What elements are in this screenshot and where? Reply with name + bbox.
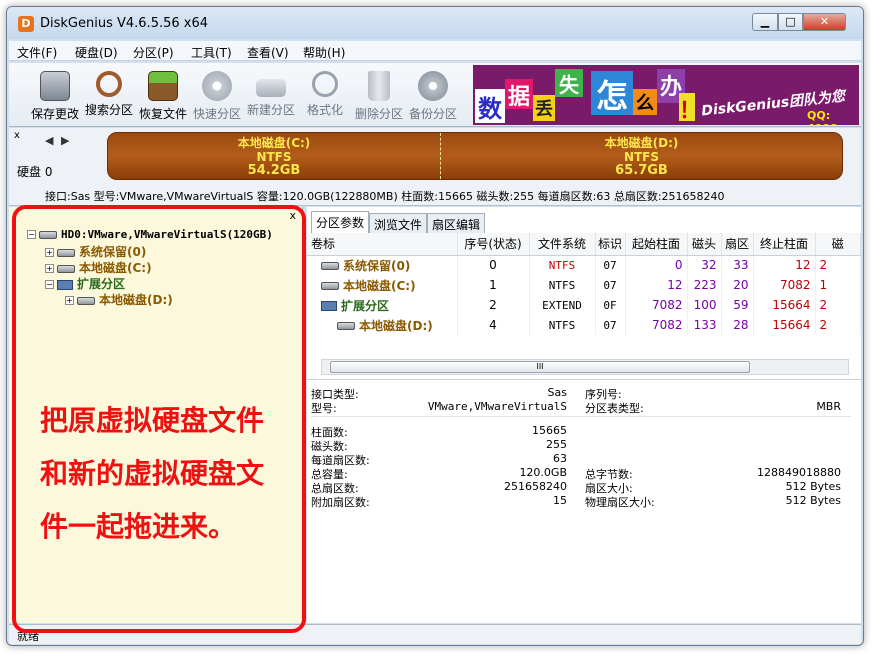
detail-value: MBR [816, 400, 841, 413]
col-head[interactable]: 磁头 [687, 233, 722, 256]
ad-banner[interactable]: 数 据 丢 失 怎 么 办 ！ DiskGenius团队为您 QQ: 4000 [473, 65, 859, 125]
detail-value: VMware,VMwareVirtualS [427, 400, 567, 413]
menu-disk[interactable]: 硬盘(D) [75, 44, 118, 61]
menu-bar: 文件(F) 硬盘(D) 分区(P) 工具(T) 查看(V) 帮助(H) [9, 41, 861, 61]
tab-browse-files[interactable]: 浏览文件 [369, 213, 428, 233]
prev-disk-icon[interactable]: ◀ [45, 134, 53, 147]
recover-file-button[interactable]: 恢复文件 [137, 67, 189, 123]
maximize-button[interactable]: □ [778, 13, 803, 31]
detail-value: 512 Bytes [785, 480, 841, 493]
backup-partition-icon [418, 71, 448, 101]
banner-char: 失 [555, 69, 583, 97]
col-sector[interactable]: 扇区 [721, 233, 754, 256]
col-id[interactable]: 标识 [595, 233, 626, 256]
close-button[interactable]: ✕ [803, 13, 846, 31]
table-row[interactable]: 扩展分区 2 EXTEND 0F 7082 100 59 15664 2 [307, 295, 861, 315]
col-label[interactable]: 卷标 [307, 233, 458, 256]
banner-char: ！ [679, 93, 701, 124]
partition-icon [337, 322, 355, 330]
detail-label: 附加扇区数: [311, 496, 370, 509]
search-partition-icon [96, 71, 122, 97]
save-icon [40, 71, 70, 101]
table-header: 卷标 序号(状态) 文件系统 标识 起始柱面 磁头 扇区 终止柱面 磁 [307, 233, 861, 256]
menu-partition[interactable]: 分区(P) [133, 44, 174, 61]
detail-value: 15 [553, 494, 567, 507]
quick-partition-icon [202, 71, 232, 101]
banner-char: 么 [633, 89, 657, 115]
disk-map-panel: x ◀ ▶ 硬盘 0 本地磁盘(C:) NTFS 54.2GB 本地磁盘(D:)… [9, 128, 861, 206]
detail-label: 分区表类型: [585, 402, 644, 415]
disk-info-line: 接口:Sas 型号:VMware,VMwareVirtualS 容量:120.0… [45, 190, 725, 203]
col-number[interactable]: 序号(状态) [457, 233, 530, 256]
annotation-line: 和新的虚拟硬盘文 [40, 457, 265, 490]
format-icon [312, 71, 338, 97]
col-start-cyl[interactable]: 起始柱面 [625, 233, 688, 256]
banner-qq: QQ: 4000 [807, 109, 838, 125]
recover-file-icon [148, 71, 178, 101]
horizontal-scrollbar[interactable]: III [321, 359, 849, 375]
save-changes-button[interactable]: 保存更改 [29, 67, 81, 123]
table-row[interactable]: 系统保留(0) 0 NTFS 07 0 32 33 12 2 [307, 255, 861, 275]
banner-char: 怎 [591, 71, 633, 115]
menu-file[interactable]: 文件(F) [17, 44, 57, 61]
search-partition-button[interactable]: 搜索分区 [83, 67, 135, 123]
partition-icon [321, 282, 339, 290]
next-disk-icon[interactable]: ▶ [61, 134, 69, 147]
new-partition-button[interactable]: 新建分区 [245, 67, 297, 123]
annotation-line: 把原虚拟硬盘文件 [40, 404, 265, 437]
quick-partition-button[interactable]: 快速分区 [191, 67, 243, 123]
menu-help[interactable]: 帮助(H) [303, 44, 345, 61]
banner-char: 数 [475, 89, 505, 123]
backup-partition-button[interactable]: 备份分区 [407, 67, 459, 123]
title-bar[interactable]: D DiskGenius V4.6.5.56 x64 ▁ □ ✕ [7, 7, 863, 39]
scroll-thumb[interactable]: III [330, 361, 750, 373]
detail-value: Sas [547, 386, 567, 399]
main-pane: 分区参数 浏览文件 扇区编辑 卷标 序号(状态) 文件系统 标识 起始柱面 磁头… [307, 207, 861, 623]
tab-partition-params[interactable]: 分区参数 [311, 211, 370, 233]
col-filesystem[interactable]: 文件系统 [529, 233, 596, 256]
col-end-cyl[interactable]: 终止柱面 [753, 233, 816, 256]
detail-value: 63 [553, 452, 567, 465]
banner-char: 丢 [533, 95, 555, 121]
partition-table: 卷标 序号(状态) 文件系统 标识 起始柱面 磁头 扇区 终止柱面 磁 系统保留… [307, 233, 861, 335]
toolbar: 保存更改 搜索分区 恢复文件 快速分区 新建分区 格式化 删除分区 备份分区 数… [9, 63, 861, 127]
partition-icon [321, 262, 339, 271]
delete-partition-button[interactable]: 删除分区 [353, 67, 405, 123]
annotation-callout: 把原虚拟硬盘文件 和新的虚拟硬盘文 件一起拖进来。 [12, 205, 306, 633]
table-row[interactable]: 本地磁盘(C:) 1 NTFS 07 12 223 20 7082 1 [307, 275, 861, 295]
detail-value: 128849018880 [757, 466, 841, 479]
close-disk-panel-icon[interactable]: x [14, 130, 20, 141]
extended-partition-icon [321, 301, 337, 311]
detail-value: 251658240 [504, 480, 567, 493]
annotation-line: 件一起拖进来。 [40, 510, 237, 543]
detail-value: 15665 [532, 424, 567, 437]
menu-view[interactable]: 查看(V) [247, 44, 289, 61]
col-extra[interactable]: 磁 [815, 233, 861, 256]
app-logo-icon: D [18, 16, 34, 32]
minimize-button[interactable]: ▁ [752, 13, 778, 31]
banner-char: 据 [505, 79, 533, 110]
window-title: DiskGenius V4.6.5.56 x64 [40, 16, 209, 31]
partition-block-d[interactable]: 本地磁盘(D:) NTFS 65.7GB [441, 133, 842, 179]
menu-tools[interactable]: 工具(T) [191, 44, 232, 61]
detail-label: 物理扇区大小: [585, 496, 655, 509]
partition-bar: 本地磁盘(C:) NTFS 54.2GB 本地磁盘(D:) NTFS 65.7G… [107, 132, 843, 180]
new-partition-icon [256, 79, 286, 97]
detail-value: 255 [546, 438, 567, 451]
disk-details: 接口类型: Sas 型号: VMware,VMwareVirtualS 序列号:… [307, 379, 861, 623]
table-row[interactable]: 本地磁盘(D:) 4 NTFS 07 7082 133 28 15664 2 [307, 315, 861, 335]
detail-value: 512 Bytes [785, 494, 841, 507]
format-button[interactable]: 格式化 [299, 67, 351, 123]
partition-block-c[interactable]: 本地磁盘(C:) NTFS 54.2GB [108, 133, 441, 179]
delete-partition-icon [368, 71, 390, 101]
detail-label: 型号: [311, 402, 337, 415]
tab-sector-edit[interactable]: 扇区编辑 [427, 213, 486, 233]
detail-value: 120.0GB [519, 466, 567, 479]
disk-label: 硬盘 0 [17, 165, 53, 179]
